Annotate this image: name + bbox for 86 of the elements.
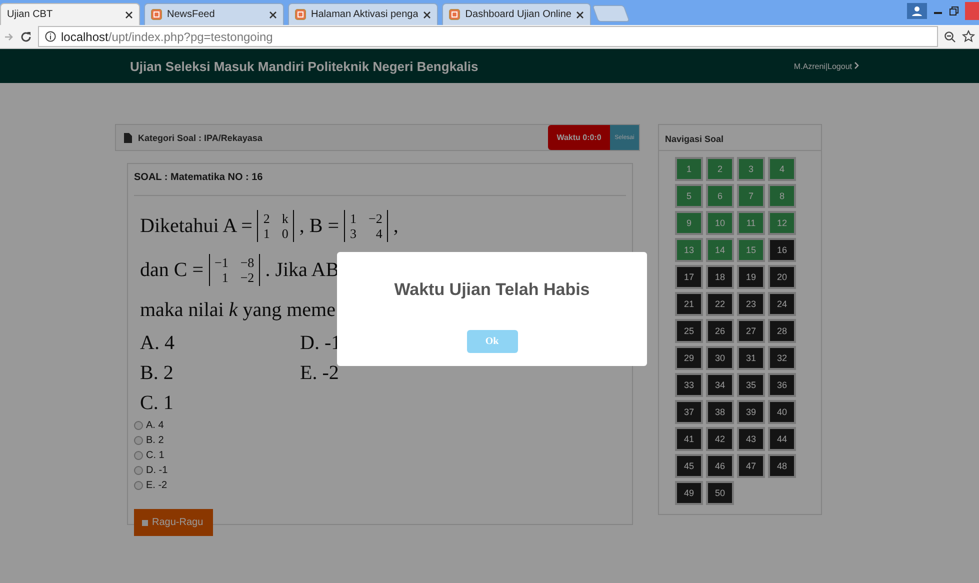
question-number-button[interactable]: 30 <box>706 346 734 370</box>
question-number-button[interactable]: 28 <box>768 319 796 343</box>
question-number-button[interactable]: 45 <box>675 454 703 478</box>
navigation-title: Navigasi Soal <box>659 125 821 151</box>
timer-button[interactable]: Waktu 0:0:0 <box>548 125 610 150</box>
question-number-button[interactable]: 29 <box>675 346 703 370</box>
question-number-button[interactable]: 34 <box>706 373 734 397</box>
question-number-button[interactable]: 16 <box>768 238 796 262</box>
question-number-button[interactable]: 26 <box>706 319 734 343</box>
close-tab-icon[interactable] <box>269 10 277 18</box>
answer-option[interactable]: D. -1 <box>134 463 626 478</box>
question-number-button[interactable]: 21 <box>675 292 703 316</box>
question-text: Diketahui A = <box>140 214 252 238</box>
user-icon[interactable] <box>907 3 927 19</box>
choice-text: E. -2 <box>300 362 339 384</box>
reload-icon[interactable] <box>20 30 32 42</box>
question-number-button[interactable]: 42 <box>706 427 734 451</box>
browser-tab[interactable]: Ujian CBT <box>0 3 140 25</box>
tab-favicon-icon <box>449 9 460 20</box>
question-text: . Jika AB <box>265 258 340 282</box>
info-icon <box>45 31 56 42</box>
close-tab-icon[interactable] <box>125 10 133 18</box>
radio-button[interactable] <box>134 421 143 430</box>
question-number-button[interactable]: 39 <box>737 400 765 424</box>
tab-favicon-icon <box>295 9 306 20</box>
radio-button[interactable] <box>134 436 143 445</box>
answer-option[interactable]: B. 2 <box>134 433 626 448</box>
question-number-button[interactable]: 24 <box>768 292 796 316</box>
question-number-button[interactable]: 18 <box>706 265 734 289</box>
question-number-button[interactable]: 35 <box>737 373 765 397</box>
dialog-message: Waktu Ujian Telah Habis <box>394 280 590 300</box>
question-number-button[interactable]: 27 <box>737 319 765 343</box>
radio-button[interactable] <box>134 451 143 460</box>
question-number-button[interactable]: 32 <box>768 346 796 370</box>
close-tab-icon[interactable] <box>423 10 432 18</box>
user-logout-link[interactable]: M.Azreni|Logout <box>794 62 859 70</box>
site-title: Ujian Seleksi Masuk Mandiri Politeknik Negeri Bengkalis <box>130 58 478 74</box>
question-text: dan C = <box>140 258 204 282</box>
browser-tab[interactable]: Halaman Aktivasi penga <box>288 3 438 25</box>
star-icon[interactable] <box>962 30 975 43</box>
matrix: −1 −8 1 −2 <box>208 254 260 286</box>
choice-text: B. 2 <box>140 362 174 384</box>
question-number-button[interactable]: 37 <box>675 400 703 424</box>
matrix: 2 k 1 0 <box>257 210 294 242</box>
answer-option[interactable]: C. 1 <box>134 448 626 463</box>
choice-text: A. 4 <box>140 332 174 354</box>
question-label: SOAL : Matematika NO : 16 <box>134 172 626 196</box>
answer-option[interactable]: E. -2 <box>134 478 626 493</box>
close-tab-icon[interactable] <box>576 10 584 18</box>
radio-button[interactable] <box>134 466 143 475</box>
question-number-button[interactable]: 38 <box>706 400 734 424</box>
question-number-button[interactable]: 36 <box>768 373 796 397</box>
question-text: maka nilai k yang meme <box>140 298 336 322</box>
document-icon <box>124 132 132 142</box>
question-number-button[interactable]: 40 <box>768 400 796 424</box>
answer-option[interactable]: A. 4 <box>134 418 626 433</box>
question-number-button[interactable]: 20 <box>768 265 796 289</box>
question-number-button[interactable]: 25 <box>675 319 703 343</box>
question-number-button[interactable]: 22 <box>706 292 734 316</box>
question-number-button[interactable]: 43 <box>737 427 765 451</box>
question-number-button[interactable]: 23 <box>737 292 765 316</box>
restore-icon[interactable] <box>949 6 959 16</box>
zoom-icon[interactable] <box>944 30 956 42</box>
question-number-button[interactable]: 48 <box>768 454 796 478</box>
choice-text: C. 1 <box>140 392 174 414</box>
question-number-button[interactable]: 44 <box>768 427 796 451</box>
question-number-button[interactable]: 17 <box>675 265 703 289</box>
question-number-button[interactable]: 49 <box>675 481 703 505</box>
question-number-button[interactable]: 50 <box>706 481 734 505</box>
url-text: localhost/upt/index.php?pg=testongoing <box>61 30 273 44</box>
question-number-button[interactable]: 41 <box>675 427 703 451</box>
question-number-button[interactable]: 19 <box>737 265 765 289</box>
question-number-button[interactable]: 31 <box>737 346 765 370</box>
question-number-button[interactable]: 47 <box>737 454 765 478</box>
question-text: , <box>393 214 398 238</box>
question-number-button[interactable]: 46 <box>706 454 734 478</box>
question-number-button[interactable]: 33 <box>675 373 703 397</box>
tab-favicon-icon <box>151 9 162 20</box>
radio-button[interactable] <box>134 481 143 490</box>
address-field[interactable]: localhost/upt/index.php?pg=testongoing <box>38 26 938 47</box>
browser-tab[interactable]: NewsFeed <box>144 3 284 25</box>
chevron-right-icon <box>854 62 859 68</box>
category-label: Kategori Soal : IPA/Rekayasa <box>138 132 262 142</box>
question-text: , B = <box>299 214 340 238</box>
browser-tab[interactable]: Dashboard Ujian Online <box>442 3 592 25</box>
matrix: 1 −2 3 4 <box>344 210 388 242</box>
